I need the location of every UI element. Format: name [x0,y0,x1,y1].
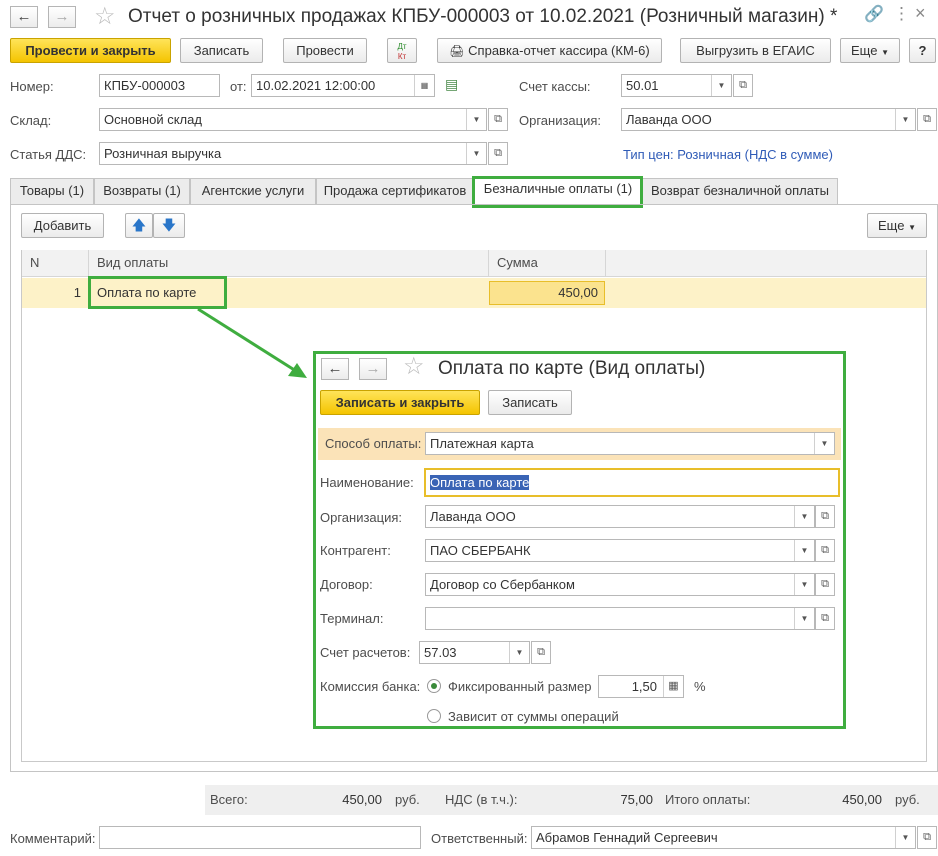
total-currency: руб. [395,792,420,807]
dialog-org-field[interactable]: Лаванда ООО ▼ [425,505,815,528]
depends-label: Зависит от суммы операций [448,709,619,724]
contract-label: Договор: [320,577,373,592]
counterparty-field[interactable]: ПАО СБЕРБАНК ▼ [425,539,815,562]
dialog-save-close-button[interactable]: Записать и закрыть [320,390,480,415]
chevron-down-icon[interactable]: ▼ [509,642,529,663]
commission-value-field[interactable]: 1,50 ▦ [598,675,684,698]
payment-total-currency: руб. [895,792,920,807]
terminal-field[interactable]: ▼ [425,607,815,630]
commission-label: Комиссия банка: [320,679,421,694]
terminal-label: Терминал: [320,611,384,626]
payment-total-label: Итого оплаты: [665,792,751,807]
open-icon[interactable]: ⧉ [815,539,835,562]
commission-value: 1,50 [631,679,657,694]
open-icon[interactable]: ⧉ [531,641,551,664]
method-field[interactable]: Платежная карта ▼ [425,432,835,455]
chevron-down-icon[interactable]: ▼ [794,540,814,561]
chevron-down-icon[interactable]: ▼ [794,506,814,527]
dialog-org-value: Лаванда ООО [430,509,516,524]
name-value: Оплата по карте [430,475,530,490]
open-icon[interactable]: ⧉ [917,826,937,849]
settlement-account-value: 57.03 [424,645,457,660]
dialog-forward-button[interactable]: → [359,358,387,380]
contract-value: Договор со Сбербанком [430,577,575,592]
open-icon[interactable]: ⧉ [815,505,835,528]
method-label: Способ оплаты: [325,436,422,451]
responsible-label: Ответственный: [431,831,528,846]
comment-field[interactable] [99,826,421,849]
counterparty-label: Контрагент: [320,543,391,558]
counterparty-value: ПАО СБЕРБАНК [430,543,531,558]
settlement-account-field[interactable]: 57.03 ▼ [419,641,530,664]
dialog-back-button[interactable]: ← [321,358,349,380]
open-icon[interactable]: ⧉ [815,573,835,596]
vat-label: НДС (в т.ч.): [445,792,518,807]
percent-sign: % [694,679,706,694]
total-label: Всего: [210,792,248,807]
contract-field[interactable]: Договор со Сбербанком ▼ [425,573,815,596]
total-value: 450,00 [342,792,382,807]
fixed-radio[interactable] [427,679,441,693]
chevron-down-icon[interactable]: ▼ [814,433,834,454]
dialog-save-button[interactable]: Записать [488,390,572,415]
responsible-field[interactable]: Абрамов Геннадий Сергеевич ▼ [531,826,916,849]
fixed-label: Фиксированный размер [448,679,592,694]
chevron-down-icon[interactable]: ▼ [794,608,814,629]
comment-label: Комментарий: [10,831,96,846]
responsible-value: Абрамов Геннадий Сергеевич [536,830,718,845]
depends-radio[interactable] [427,709,441,723]
vat-value: 75,00 [620,792,653,807]
calculator-icon[interactable]: ▦ [663,676,683,697]
chevron-down-icon[interactable]: ▼ [794,574,814,595]
settlement-account-label: Счет расчетов: [320,645,411,660]
payment-total-value: 450,00 [842,792,882,807]
open-icon[interactable]: ⧉ [815,607,835,630]
dialog-favorite-star-icon[interactable]: ☆ [403,352,425,381]
dialog-title: Оплата по карте (Вид оплаты) [438,358,706,379]
name-field[interactable]: Оплата по карте [424,468,840,497]
name-label: Наименование: [320,475,414,490]
chevron-down-icon[interactable]: ▼ [895,827,915,848]
dialog-org-label: Организация: [320,510,403,525]
method-value: Платежная карта [430,436,534,451]
